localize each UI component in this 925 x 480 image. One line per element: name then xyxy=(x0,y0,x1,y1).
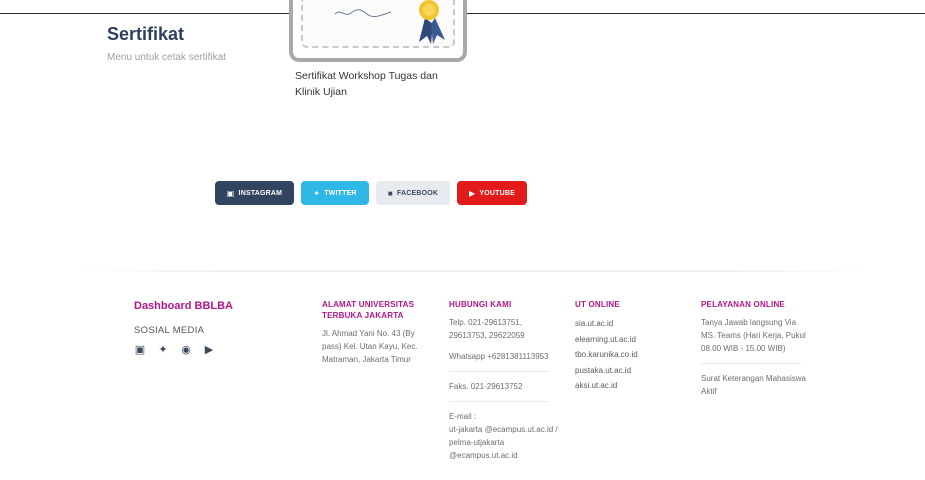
footer-social-icons: ▣ ✦ ◉ ▶ xyxy=(134,343,215,356)
youtube-icon: ▶ xyxy=(469,188,476,198)
contact-heading: HUBUNGI KAMI xyxy=(449,300,512,309)
facebook-icon: ■ xyxy=(387,188,393,198)
contact-email[interactable]: ut-jakarta @ecampus.ut.ac.id / pelma-utj… xyxy=(449,423,559,462)
address-heading: ALAMAT UNIVERSITAS TERBUKA JAKARTA xyxy=(322,300,415,320)
contact-whatsapp[interactable]: Whatsapp +6281381113953 xyxy=(449,350,559,363)
footer-brand[interactable]: Dashboard BBLBA xyxy=(134,300,233,312)
social-buttons-row: ▣ INSTAGRAM ✦ TWITTER ■ FACEBOOK ▶ YOUTU… xyxy=(215,181,527,205)
contact-phone: Telp. 021-29613751, 29613753, 29622059 xyxy=(449,318,525,340)
ut-online-link[interactable]: tbo.karunika.co.id xyxy=(575,347,675,363)
contact-separator xyxy=(449,401,549,402)
instagram-icon[interactable]: ▣ xyxy=(134,343,146,356)
youtube-icon[interactable]: ▶ xyxy=(203,343,215,356)
pelayanan-heading: PELAYANAN ONLINE xyxy=(701,300,785,309)
signature-graphic xyxy=(334,9,392,18)
twitter-icon: ✦ xyxy=(313,188,321,198)
section-subtitle: Menu untuk cetak sertifikat xyxy=(107,52,226,63)
pelayanan-surat[interactable]: Surat Keterangan Mahasiswa Aktif xyxy=(701,372,811,398)
twitter-icon[interactable]: ✦ xyxy=(157,343,169,356)
footer-pelayanan-column: PELAYANAN ONLINE Tanya Jawab langsung Vi… xyxy=(701,299,811,398)
facebook-button-label: FACEBOOK xyxy=(396,189,439,197)
facebook-button[interactable]: ■ FACEBOOK xyxy=(376,181,450,205)
certificate-card[interactable] xyxy=(289,0,467,62)
footer-social-label: SOSIAL MEDIA xyxy=(134,325,205,336)
medal-icon xyxy=(419,0,445,44)
instagram-button-label: INSTAGRAM xyxy=(238,189,283,197)
ut-online-link[interactable]: sia.ut.ac.id xyxy=(575,316,675,332)
instagram-icon: ▣ xyxy=(226,188,235,198)
pelayanan-teams[interactable]: Tanya Jawab langsung Via MS. Teams (Hari… xyxy=(701,316,811,355)
footer-contact-column: HUBUNGI KAMI Telp. 021-29613751, 2961375… xyxy=(449,299,559,462)
address-text: Jl. Ahmad Yani No. 43 (By pass) Kel. Uta… xyxy=(322,329,418,364)
footer-ut-online-column: UT ONLINE sia.ut.ac.id elearning.ut.ac.i… xyxy=(575,299,675,394)
ut-online-heading: UT ONLINE xyxy=(575,300,620,309)
contact-fax: Faks. 021-29613752 xyxy=(449,382,523,391)
twitter-button[interactable]: ✦ TWITTER xyxy=(301,181,369,205)
instagram-button[interactable]: ▣ INSTAGRAM xyxy=(215,181,294,205)
facebook-icon[interactable]: ◉ xyxy=(180,343,192,356)
twitter-button-label: TWITTER xyxy=(324,189,357,197)
contact-email-label: E-mail : xyxy=(449,412,477,421)
section-title: Sertifikat xyxy=(107,24,185,44)
ut-online-link[interactable]: pustaka.ut.ac.id xyxy=(575,363,675,379)
youtube-button[interactable]: ▶ YOUTUBE xyxy=(457,181,527,205)
certificate-caption[interactable]: Sertifikat Workshop Tugas dan Klinik Uji… xyxy=(295,68,465,100)
footer-address-column: ALAMAT UNIVERSITAS TERBUKA JAKARTA Jl. A… xyxy=(322,299,427,366)
ut-online-link[interactable]: elearning.ut.ac.id xyxy=(575,332,675,348)
youtube-button-label: YOUTUBE xyxy=(479,189,515,197)
contact-separator xyxy=(449,371,549,372)
pelayanan-separator xyxy=(701,363,801,364)
footer-divider xyxy=(80,270,870,272)
certificate-image xyxy=(301,0,455,48)
ut-online-link[interactable]: aksi.ut.ac.id xyxy=(575,378,675,394)
